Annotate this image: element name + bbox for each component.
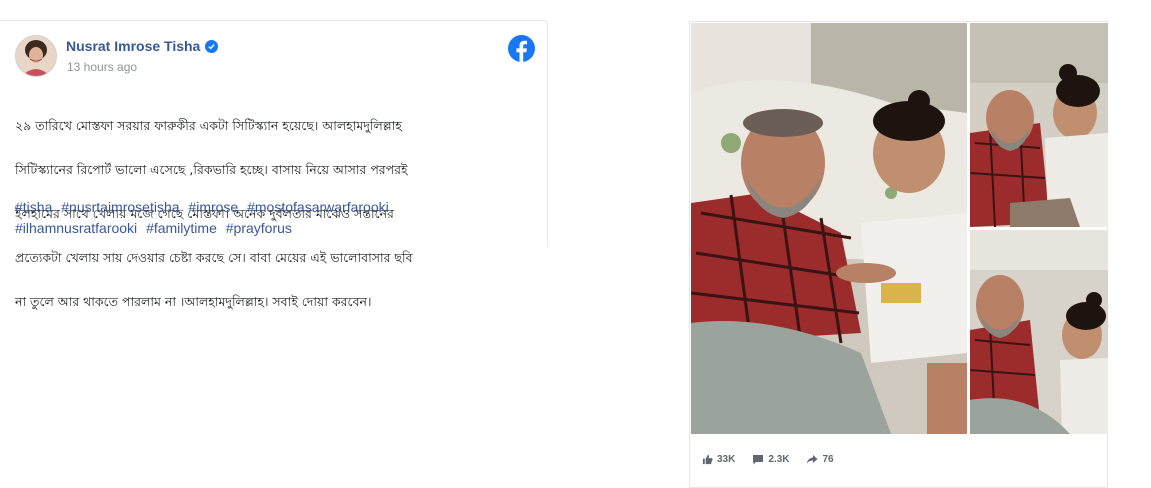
hashtag-link[interactable]: #prayforus <box>226 220 292 236</box>
post-card: Nusrat Imrose Tisha 13 hours ago ২৯ তারি… <box>0 20 548 309</box>
hashtag-list: #tisha #nusrtaimrosetisha #imrose #mosto… <box>15 197 495 239</box>
hashtag-link[interactable]: #imrose <box>188 199 238 215</box>
author-avatar[interactable] <box>15 35 57 77</box>
photo-post-card: 33K 2.3K 76 <box>689 21 1108 488</box>
thumbs-up-icon <box>702 454 713 465</box>
hashtag-link[interactable]: #tisha <box>15 199 52 215</box>
main-photo[interactable] <box>691 23 967 434</box>
avatar-image <box>16 36 56 76</box>
hashtag-link[interactable]: #nusrtaimrosetisha <box>61 199 179 215</box>
post-text-line: ২৯ তারিখে মোস্তফা সরয়ার ফারুকীর একটা সি… <box>15 118 402 133</box>
author-link[interactable]: Nusrat Imrose Tisha <box>66 38 219 54</box>
hashtag-link[interactable]: #familytime <box>146 220 217 236</box>
reaction-bar: 33K 2.3K 76 <box>702 454 851 465</box>
facebook-logo-icon[interactable] <box>508 35 535 62</box>
hashtag-link[interactable]: #mostofasarwarfarooki <box>247 199 389 215</box>
share-icon <box>806 454 818 465</box>
post-text-line: সিটিস্ক্যানের রিপোর্ট ভালো এসেছে ,রিকভার… <box>15 162 408 177</box>
comment-count-label: 2.3K <box>768 454 790 465</box>
comment-icon <box>752 454 764 465</box>
share-count[interactable]: 76 <box>806 454 834 465</box>
secondary-photo-top[interactable] <box>970 23 1108 227</box>
post-text-line: প্রত্যেকটা খেলায় সায় দেওয়ার চেষ্টা কর… <box>15 250 413 265</box>
post-text-line: না তুলে আর থাকতে পারলাম না ।আলহামদুলিল্ল… <box>15 294 372 309</box>
post-timestamp[interactable]: 13 hours ago <box>67 60 137 74</box>
like-count-label: 33K <box>717 454 736 465</box>
comment-count[interactable]: 2.3K <box>752 454 789 465</box>
share-count-label: 76 <box>822 454 834 465</box>
secondary-photo-bottom[interactable] <box>970 230 1108 434</box>
like-count[interactable]: 33K <box>702 454 735 465</box>
hashtag-link[interactable]: #ilhamnusratfarooki <box>15 220 137 236</box>
verified-badge-icon <box>205 39 219 53</box>
author-name[interactable]: Nusrat Imrose Tisha <box>66 38 200 54</box>
